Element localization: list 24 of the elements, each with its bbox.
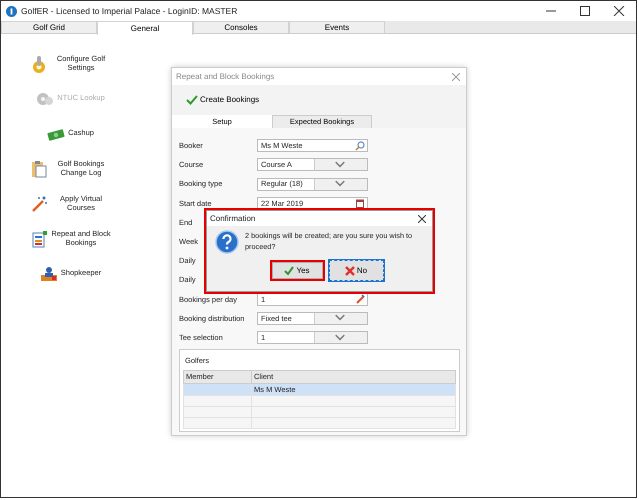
- caret-icon: [334, 332, 345, 343]
- tab[interactable]: Events: [289, 21, 385, 33]
- figure-icon: [38, 264, 59, 282]
- tab[interactable]: General: [97, 21, 193, 35]
- close-icon[interactable]: [418, 214, 426, 222]
- caret-icon: [334, 179, 345, 189]
- create-bookings-button[interactable]: Create Bookings: [186, 94, 260, 106]
- dialog-title: Repeat and Block Bookings: [176, 70, 274, 82]
- search-icon[interactable]: [355, 140, 365, 151]
- calendar-icon[interactable]: [355, 198, 365, 208]
- pencil-icon[interactable]: [355, 294, 365, 304]
- window-title: GolfER - Licensed to Imperial Palace - LoginID: MASTER: [21, 4, 238, 18]
- check-icon: [284, 266, 294, 276]
- clipboard-icon: [29, 160, 49, 178]
- tab[interactable]: Consoles: [193, 21, 289, 33]
- check-icon: [186, 95, 198, 105]
- dialog-title: Confirmation: [210, 212, 256, 224]
- question-icon: [215, 230, 239, 254]
- app-icon: [6, 6, 17, 16]
- no-button[interactable]: No: [328, 260, 384, 281]
- close-icon: [344, 266, 355, 276]
- tab[interactable]: Golf Grid: [1, 21, 97, 33]
- yes-button[interactable]: Yes: [270, 260, 324, 281]
- caret-icon: [334, 160, 345, 170]
